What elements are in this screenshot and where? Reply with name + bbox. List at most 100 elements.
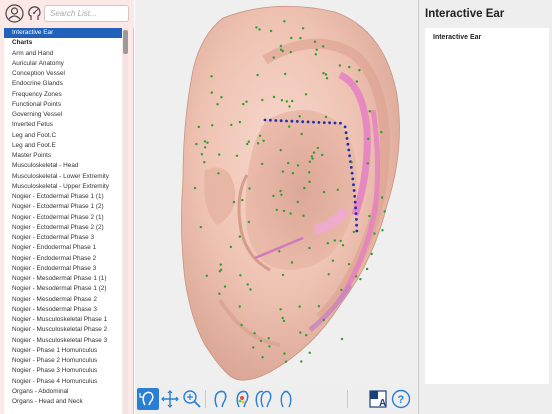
acupoint[interactable]	[279, 189, 282, 193]
acupoint[interactable]	[285, 100, 288, 103]
acupoint[interactable]	[205, 274, 208, 277]
acupoint[interactable]	[380, 130, 383, 134]
acupoint[interactable]	[314, 53, 317, 56]
acupoint[interactable]	[295, 120, 299, 123]
acupoint[interactable]	[351, 177, 355, 181]
acupoint[interactable]	[366, 162, 369, 165]
acupoint[interactable]	[325, 77, 329, 80]
list-item[interactable]: Nogier - Phase 4 Homunculus	[4, 377, 122, 387]
acupoint[interactable]	[263, 118, 267, 122]
acupoint[interactable]	[338, 64, 342, 67]
acupoint[interactable]	[216, 103, 219, 106]
acupoint[interactable]	[281, 170, 285, 173]
acupoint[interactable]	[299, 331, 302, 334]
acupoint[interactable]	[279, 148, 282, 152]
acupoint[interactable]	[311, 157, 314, 160]
list-item[interactable]: Musculoskeletal - Head	[4, 161, 122, 171]
acupoint[interactable]	[289, 212, 292, 215]
acupoint[interactable]	[279, 44, 283, 48]
list-item[interactable]: Nogier - Mesodermal Phase 1 (2)	[4, 284, 122, 294]
list-item[interactable]: Governing Vessel	[4, 110, 122, 120]
list-item[interactable]: Leg and Foot.C	[4, 131, 122, 141]
acupoint[interactable]	[238, 305, 241, 308]
acupoint[interactable]	[304, 93, 308, 96]
acupoint[interactable]	[229, 245, 233, 249]
acupoint[interactable]	[285, 119, 288, 123]
acupoint[interactable]	[278, 250, 281, 253]
acupoint[interactable]	[245, 100, 248, 103]
acupoint[interactable]	[308, 160, 312, 163]
acupoint[interactable]	[348, 65, 351, 69]
list-item[interactable]: Leg and Foot.E	[4, 141, 122, 151]
list-item[interactable]: Inverted Fetus	[4, 120, 122, 130]
acupoint[interactable]	[313, 40, 317, 43]
acupoint[interactable]	[206, 141, 209, 144]
acupoint[interactable]	[373, 232, 376, 235]
ear-outline-button[interactable]	[209, 388, 231, 410]
acupoint[interactable]	[282, 209, 286, 213]
acupoint[interactable]	[258, 28, 261, 31]
list-item[interactable]: Conception Vessel	[4, 69, 122, 79]
acupoint[interactable]	[310, 155, 313, 158]
acupoint[interactable]	[308, 246, 311, 250]
acupoint[interactable]	[218, 292, 221, 295]
acupoint[interactable]	[350, 171, 354, 175]
acupoint[interactable]	[296, 164, 300, 167]
acupoint[interactable]	[331, 259, 335, 262]
acupoint[interactable]	[348, 154, 351, 158]
acupoint[interactable]	[370, 252, 373, 256]
acupoint[interactable]	[287, 161, 290, 165]
list-item[interactable]: Frequency Zones	[4, 90, 122, 100]
acupoint[interactable]	[200, 153, 204, 156]
acupoint[interactable]	[301, 27, 305, 30]
acupoint[interactable]	[248, 187, 251, 190]
acupoint[interactable]	[367, 137, 370, 140]
acupoint[interactable]	[303, 186, 306, 190]
acupoint[interactable]	[340, 288, 343, 292]
acupoint[interactable]	[355, 223, 358, 227]
acupoint[interactable]	[324, 73, 328, 76]
acupoint[interactable]	[352, 189, 356, 192]
acupoint[interactable]	[246, 142, 249, 146]
acupoint[interactable]	[324, 115, 328, 119]
acupoint[interactable]	[235, 154, 239, 157]
acupoint[interactable]	[281, 316, 284, 320]
acupoint[interactable]	[223, 285, 227, 288]
acupoint[interactable]	[322, 318, 325, 322]
acupoint[interactable]	[340, 337, 344, 341]
list-item[interactable]: Nogier - Mesodermal Phase 1 (1)	[4, 274, 122, 284]
acupoint[interactable]	[355, 218, 358, 221]
acupoint[interactable]	[308, 351, 311, 354]
acupoint[interactable]	[220, 96, 223, 99]
acupoint[interactable]	[217, 172, 220, 175]
acupoint[interactable]	[195, 142, 198, 146]
acupoint[interactable]	[301, 120, 305, 124]
acupoint[interactable]	[298, 115, 301, 118]
acupoint[interactable]	[288, 105, 291, 108]
acupoint[interactable]	[256, 142, 260, 145]
acupoint[interactable]	[290, 36, 293, 40]
acupoint[interactable]	[284, 72, 287, 76]
acupoint[interactable]	[302, 214, 305, 217]
list-item[interactable]: Nogier - Ectodermal Phase 2 (2)	[4, 223, 122, 233]
acupoint[interactable]	[352, 230, 355, 234]
acupoint[interactable]	[279, 119, 283, 123]
acupoint[interactable]	[354, 212, 358, 216]
list-item[interactable]: Nogier - Ectodermal Phase 1 (1)	[4, 192, 122, 202]
list-scroll-thumb[interactable]	[123, 30, 128, 54]
acupoint[interactable]	[368, 110, 371, 113]
acupoint[interactable]	[262, 139, 265, 142]
acupoint[interactable]	[261, 356, 264, 359]
acupoint[interactable]	[352, 183, 355, 187]
ear-color-button[interactable]	[231, 388, 253, 410]
acupoint[interactable]	[272, 56, 275, 59]
acupoint[interactable]	[210, 75, 213, 78]
acupoint[interactable]	[249, 288, 252, 291]
acupoint[interactable]	[343, 125, 347, 129]
move-button[interactable]	[159, 388, 181, 410]
list-item[interactable]: Nogier - Endodermal Phase 3	[4, 264, 122, 274]
acupoint[interactable]	[322, 121, 326, 124]
acupoint[interactable]	[279, 48, 283, 51]
acupoint[interactable]	[380, 196, 384, 199]
acupoint[interactable]	[291, 99, 294, 103]
